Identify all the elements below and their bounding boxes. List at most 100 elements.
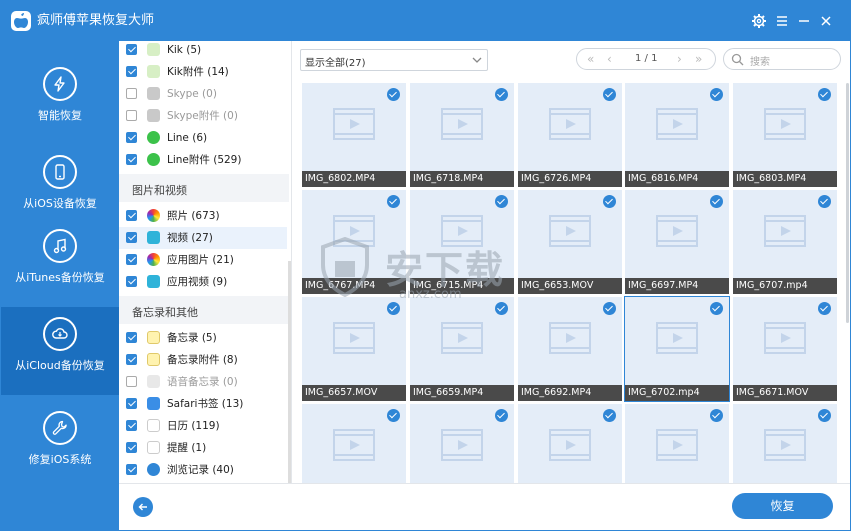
category-row-app-videos[interactable]: 应用视频 (9) — [119, 271, 287, 293]
checkbox[interactable] — [126, 88, 137, 99]
search-box[interactable]: 搜索 — [723, 48, 841, 70]
video-thumbnail[interactable] — [410, 404, 514, 483]
selected-check-icon[interactable] — [495, 195, 508, 208]
selected-check-icon[interactable] — [387, 409, 400, 422]
selected-check-icon[interactable] — [818, 302, 831, 315]
video-thumbnail[interactable]: IMG_6726.MP4 — [518, 83, 622, 187]
footer: 恢复 — [119, 483, 850, 530]
checkbox[interactable] — [126, 232, 137, 243]
video-thumbnail[interactable]: IMG_6697.MP4 — [625, 190, 729, 294]
selected-check-icon[interactable] — [603, 409, 616, 422]
category-row-safari-bookmarks[interactable]: Safari书签 (13) — [119, 393, 287, 415]
checkbox[interactable] — [126, 254, 137, 265]
category-row-skype-attachments[interactable]: Skype附件 (0) — [119, 105, 287, 127]
selected-check-icon[interactable] — [818, 195, 831, 208]
calendar-icon — [147, 419, 160, 432]
restore-button[interactable]: 恢复 — [732, 493, 833, 519]
category-row-photos[interactable]: 照片 (673) — [119, 205, 287, 227]
selected-check-icon[interactable] — [818, 409, 831, 422]
category-row-calendar[interactable]: 日历 (119) — [119, 415, 287, 437]
selected-check-icon[interactable] — [710, 195, 723, 208]
video-thumbnail[interactable]: IMG_6657.MOV — [302, 297, 406, 401]
category-row-skype[interactable]: Skype (0) — [119, 83, 287, 105]
file-name: IMG_6657.MOV — [302, 385, 406, 401]
sidebar-item-ios-device[interactable]: 从iOS设备恢复 — [1, 141, 119, 229]
checkbox[interactable] — [126, 464, 137, 475]
video-thumbnail[interactable] — [733, 404, 837, 483]
category-row-notes[interactable]: 备忘录 (5) — [119, 327, 287, 349]
category-row-reminders[interactable]: 提醒 (1) — [119, 437, 287, 459]
category-row-voice-memos[interactable]: 语音备忘录 (0) — [119, 371, 287, 393]
category-row-line[interactable]: Line (6) — [119, 127, 287, 149]
checkbox[interactable] — [126, 420, 137, 431]
prev-page-icon[interactable]: ‹ — [607, 52, 612, 66]
video-thumbnail[interactable]: IMG_6816.MP4 — [625, 83, 729, 187]
checkbox[interactable] — [126, 44, 137, 55]
video-thumbnail[interactable]: IMG_6718.MP4 — [410, 83, 514, 187]
video-thumbnail[interactable]: IMG_6702.mp4 — [624, 296, 730, 402]
video-thumbnail[interactable]: IMG_6767.MP4 — [302, 190, 406, 294]
video-thumbnail[interactable]: IMG_6653.MOV — [518, 190, 622, 294]
selected-check-icon[interactable] — [495, 409, 508, 422]
minimize-icon[interactable] — [796, 13, 812, 29]
category-row-line-attachments[interactable]: Line附件 (529) — [119, 149, 287, 171]
video-thumbnail[interactable]: IMG_6715.MP4 — [410, 190, 514, 294]
checkbox[interactable] — [126, 154, 137, 165]
selected-check-icon[interactable] — [710, 302, 723, 315]
last-page-icon[interactable]: » — [695, 52, 702, 66]
checkbox[interactable] — [126, 442, 137, 453]
checkbox[interactable] — [126, 376, 137, 387]
category-row-browsing-history[interactable]: 浏览记录 (40) — [119, 459, 287, 481]
video-thumbnail[interactable]: IMG_6707.mp4 — [733, 190, 837, 294]
grid-scrollbar[interactable] — [846, 83, 849, 323]
video-play-icon — [441, 322, 483, 354]
video-thumbnail[interactable] — [302, 404, 406, 483]
selected-check-icon[interactable] — [603, 88, 616, 101]
selected-check-icon[interactable] — [710, 409, 723, 422]
checkbox[interactable] — [126, 210, 137, 221]
video-thumbnail[interactable]: IMG_6802.MP4 — [302, 83, 406, 187]
selected-check-icon[interactable] — [603, 195, 616, 208]
selected-check-icon[interactable] — [818, 88, 831, 101]
checkbox[interactable] — [126, 276, 137, 287]
video-thumbnail[interactable]: IMG_6659.MP4 — [410, 297, 514, 401]
sidebar-item-icloud-backup[interactable]: 从iCloud备份恢复 — [1, 307, 119, 395]
safari-compass-icon — [147, 463, 160, 476]
selected-check-icon[interactable] — [387, 195, 400, 208]
video-thumbnail[interactable] — [518, 404, 622, 483]
video-thumbnail[interactable]: IMG_6803.MP4 — [733, 83, 837, 187]
sidebar-item-repair-ios[interactable]: 修复iOS系统 — [1, 397, 119, 485]
selected-check-icon[interactable] — [495, 302, 508, 315]
sidebar-item-itunes-backup[interactable]: 从iTunes备份恢复 — [1, 219, 119, 307]
checkbox[interactable] — [126, 398, 137, 409]
category-row-kik-attachments[interactable]: Kik附件 (14) — [119, 61, 287, 83]
video-play-icon — [333, 108, 375, 140]
category-row-notes-attachments[interactable]: 备忘录附件 (8) — [119, 349, 287, 371]
first-page-icon[interactable]: « — [587, 52, 594, 66]
sidebar-item-smart-recovery[interactable]: 智能恢复 — [1, 53, 119, 141]
selected-check-icon[interactable] — [603, 302, 616, 315]
category-row-videos[interactable]: 视频 (27) — [119, 227, 287, 249]
category-row-kik[interactable]: Kik (5) — [119, 41, 287, 61]
video-thumbnail[interactable] — [625, 404, 729, 483]
video-thumbnail[interactable]: IMG_6671.MOV — [733, 297, 837, 401]
selected-check-icon[interactable] — [387, 302, 400, 315]
selected-check-icon[interactable] — [387, 88, 400, 101]
selected-check-icon[interactable] — [710, 88, 723, 101]
video-thumbnail[interactable]: IMG_6692.MP4 — [518, 297, 622, 401]
back-button[interactable] — [133, 497, 153, 517]
checkbox[interactable] — [126, 332, 137, 343]
app-title: 疯师傅苹果恢复大师 — [37, 13, 155, 28]
close-icon[interactable] — [818, 13, 834, 29]
category-row-app-photos[interactable]: 应用图片 (21) — [119, 249, 287, 271]
selected-check-icon[interactable] — [495, 88, 508, 101]
filter-dropdown[interactable]: 显示全部(27) — [300, 49, 488, 71]
checkbox[interactable] — [126, 354, 137, 365]
settings-gear-icon[interactable] — [751, 13, 767, 29]
next-page-icon[interactable]: › — [677, 52, 682, 66]
menu-icon[interactable] — [774, 13, 790, 29]
checkbox[interactable] — [126, 110, 137, 121]
sidebar-item-label: 修复iOS系统 — [28, 453, 92, 466]
checkbox[interactable] — [126, 132, 137, 143]
checkbox[interactable] — [126, 66, 137, 77]
